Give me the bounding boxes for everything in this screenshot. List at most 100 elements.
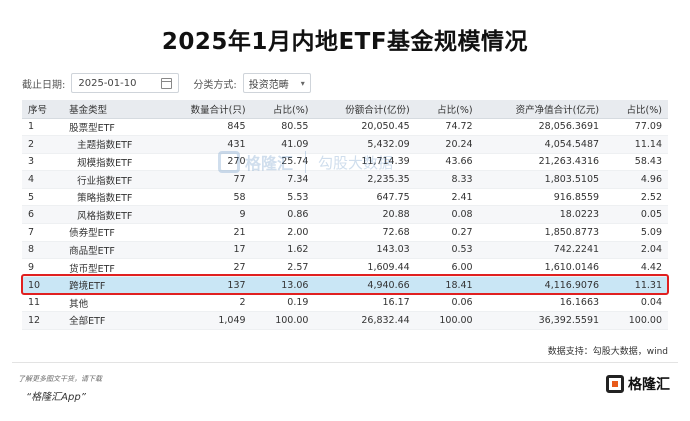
chevron-down-icon[interactable]: ▾ [301,79,305,88]
table-cell: 2.57 [251,258,315,277]
table-row: 6 风格指数ETF 9 0.86 20.88 0.08 18.0223 0.05 [22,205,668,225]
category-value: 投资范畴 [248,79,289,91]
table-cell: 9 [22,258,64,277]
table-cell: 0.27 [415,223,479,242]
table-cell: 0.86 [251,205,315,225]
table-cell: 0.53 [415,241,479,260]
table-row: 3 规模指数ETF 270 25.74 11,714.39 43.66 21,263.431… [22,153,668,172]
table-cell: 0.08 [415,205,479,225]
table-cell: 4,054.5487 [478,135,606,154]
table-cell: 20.24 [415,135,479,154]
table-cell: 58.43 [605,153,668,172]
table-cell: 1,609.44 [314,258,416,277]
table-cell: 4.42 [605,258,668,277]
column-header: 序号 [22,100,64,119]
date-picker[interactable]: 2025-01-10 [71,73,180,93]
table-cell: 2.52 [605,188,668,207]
column-header: 份额合计(亿份) [314,100,416,119]
table-cell: 100.00 [251,311,315,330]
table-row: 2 主题指数ETF 431 41.09 5,432.09 20.24 4,054.5487 1… [22,135,668,154]
table-cell: 5 [22,188,64,207]
table-cell: 1,850.8773 [478,223,606,242]
table-cell: 行业指数ETF [63,170,163,189]
table-cell: 58 [162,188,252,207]
table-cell: 0.04 [605,293,668,313]
table-cell: 270 [162,153,252,172]
table-row: 1 股票型ETF 845 80.55 20,050.45 74.72 28,056.3691… [22,118,668,137]
table-cell: 全部ETF [63,311,163,330]
table-row: 8 商品型ETF 17 1.62 143.03 0.53 742.2241 2.04 [22,241,668,260]
brand-logo-icon [606,375,624,393]
table-cell: 100.00 [415,311,479,330]
table-cell: 1 [22,118,64,137]
filter-bar: 截止日期: 2025-01-10 分类方式: 投资范畴 ▾ [22,72,311,94]
column-header: 数量合计(只) [162,100,252,119]
table-cell: 72.68 [314,223,416,242]
table-cell: 2.04 [605,241,668,260]
table-cell: 20,050.45 [314,118,416,137]
table-row: 12 全部ETF 1,049 100.00 26,832.44 100.00 36,392.… [22,311,668,330]
table-cell: 其他 [63,293,163,313]
column-header: 占比(%) [415,100,479,119]
calendar-icon[interactable] [161,77,173,89]
column-header: 基金类型 [63,100,163,119]
table-cell: 26,832.44 [314,311,416,330]
table-cell: 策略指数ETF [63,188,163,207]
table-cell: 28,056.3691 [478,118,606,137]
table-cell: 2.41 [415,188,479,207]
footer-note: 了解更多图文干货，请下载 [18,375,102,383]
table-cell: 74.72 [415,118,479,137]
table-cell: 27 [162,258,252,277]
table-cell: 137 [162,276,252,295]
table-cell: 4,116.9076 [478,276,606,295]
table-cell: 11,714.39 [314,153,416,172]
category-select[interactable]: 投资范畴 ▾ [242,73,311,93]
table-cell: 7.34 [251,170,315,189]
table-cell: 6.00 [415,258,479,277]
table-cell: 风格指数ETF [63,205,163,225]
table-cell: 6 [22,205,64,225]
table-cell: 8 [22,241,64,260]
table-cell: 4,940.66 [314,276,416,295]
table-cell: 股票型ETF [63,118,163,137]
table-cell: 16.17 [314,293,416,313]
data-source: 数据支持：勾股大数据，wind [547,347,668,357]
table-cell: 2,235.35 [314,170,416,189]
table-row: 9 货币型ETF 27 2.57 1,609.44 6.00 1,610.0146 4.42 [22,258,668,277]
table-cell: 80.55 [251,118,315,137]
table-row: 11 其他 2 0.19 16.17 0.06 16.1663 0.04 [22,293,668,313]
footer-brand: 格隆汇 [606,374,670,394]
table-cell: 845 [162,118,252,137]
table-cell: 规模指数ETF [63,153,163,172]
table-cell: 36,392.5591 [478,311,606,330]
date-label: 截止日期: [22,79,66,91]
table-cell: 100.00 [605,311,668,330]
table-row: 4 行业指数ETF 77 7.34 2,235.35 8.33 1,803.5105 4.96 [22,170,668,189]
table-cell: 25.74 [251,153,315,172]
column-header: 占比(%) [605,100,668,119]
table-cell: 18.0223 [478,205,606,225]
table-cell: 货币型ETF [63,258,163,277]
footer-app-name: “格隆汇App” [26,392,86,403]
table-cell: 647.75 [314,188,416,207]
table-cell: 11 [22,293,64,313]
table-cell: 77 [162,170,252,189]
table-cell: 5.53 [251,188,315,207]
table-cell: 2 [22,135,64,154]
table-cell: 77.09 [605,118,668,137]
brand-name: 格隆汇 [628,377,670,393]
table-cell: 跨境ETF [63,276,163,295]
table-cell: 1,049 [162,311,252,330]
table-cell: 916.8559 [478,188,606,207]
table-cell: 12 [22,311,64,330]
table-cell: 7 [22,223,64,242]
table-cell: 8.33 [415,170,479,189]
table-cell: 43.66 [415,153,479,172]
column-header: 资产净值合计(亿元) [478,100,606,119]
table-cell: 1,803.5105 [478,170,606,189]
table-cell: 5.09 [605,223,668,242]
table-cell: 0.06 [415,293,479,313]
table-cell: 0.19 [251,293,315,313]
table-cell: 4.96 [605,170,668,189]
table-cell: 2 [162,293,252,313]
